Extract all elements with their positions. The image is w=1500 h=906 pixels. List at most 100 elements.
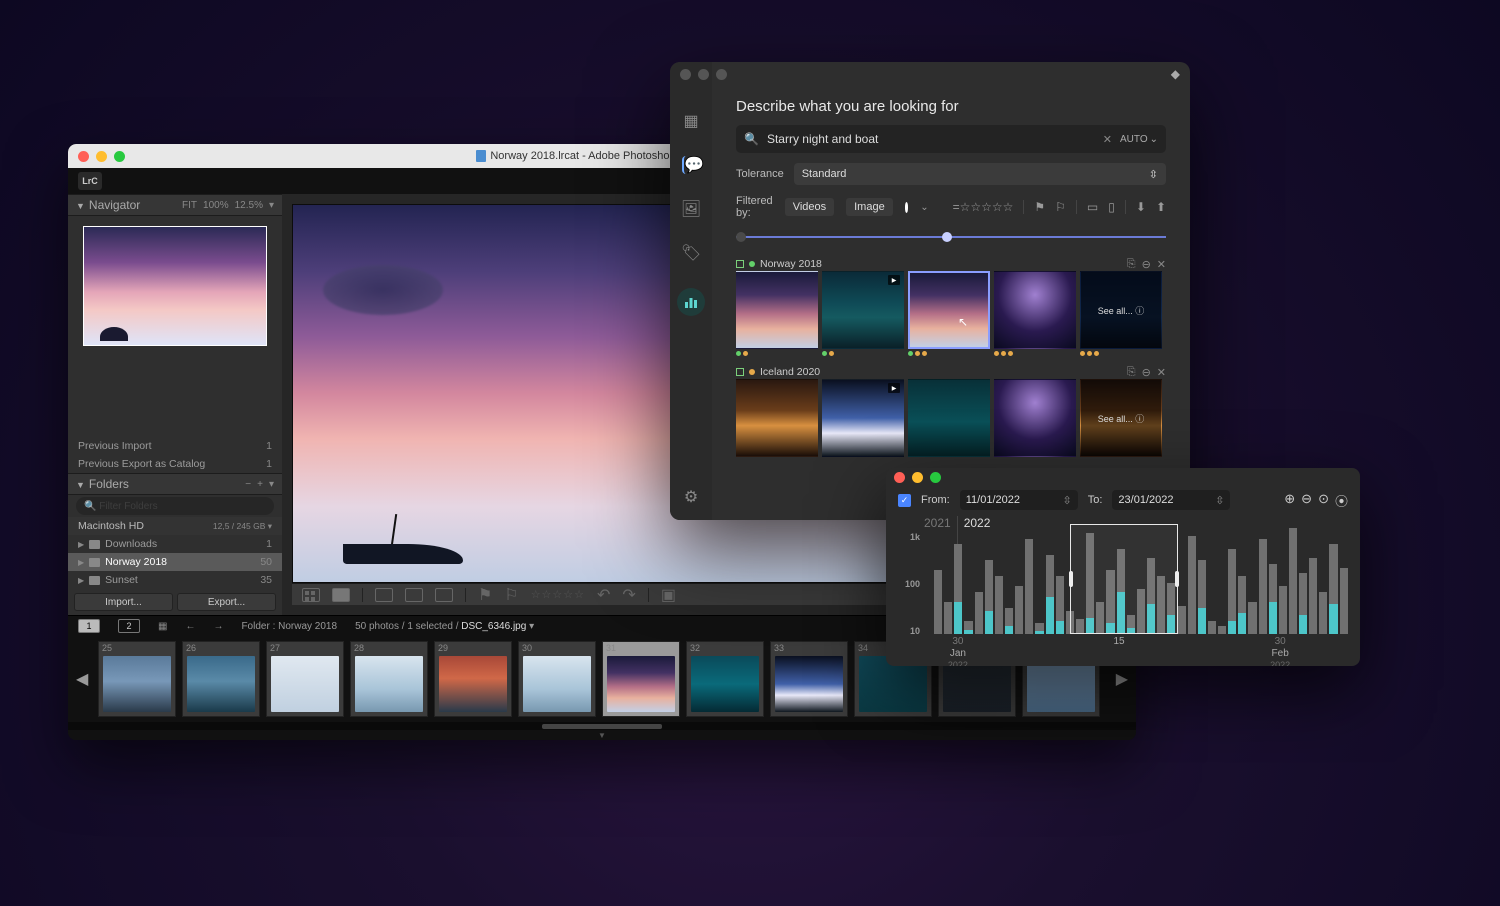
flag-reject-icon[interactable]: ⚐: [504, 585, 518, 605]
aspect-h-icon[interactable]: ▭: [1087, 200, 1098, 214]
histogram-bar[interactable]: [1279, 586, 1287, 634]
auto-toggle[interactable]: AUTO⌄: [1120, 134, 1158, 145]
result-thumb[interactable]: ▶: [822, 271, 904, 357]
aspect-v-icon[interactable]: ▯: [1108, 200, 1115, 214]
filmstrip-next-icon[interactable]: ▶: [1116, 669, 1128, 689]
grid-icon[interactable]: ▦: [682, 112, 700, 130]
images-icon[interactable]: 🖼: [682, 200, 700, 218]
gear-icon[interactable]: ⚙: [682, 488, 700, 506]
fit-toggle[interactable]: FIT: [182, 200, 197, 211]
close-icon[interactable]: [894, 472, 905, 483]
histogram-bar[interactable]: [1198, 560, 1206, 634]
tolerance-slider[interactable]: [736, 231, 1166, 243]
zoom-12p5[interactable]: 12.5%: [235, 200, 263, 211]
rotate-right-icon[interactable]: ↷: [622, 585, 635, 605]
histogram-bar[interactable]: [1238, 576, 1246, 634]
filmstrip-scrollbar[interactable]: [68, 722, 1136, 730]
export-button[interactable]: Export...: [177, 593, 276, 611]
folders-header[interactable]: ▼Folders −+▾: [68, 473, 282, 495]
histogram-bar[interactable]: [1289, 528, 1297, 634]
filmstrip-thumb[interactable]: 28: [350, 641, 428, 717]
tolerance-select[interactable]: Standard⇳: [794, 163, 1166, 185]
result-thumb[interactable]: ↖: [908, 271, 990, 357]
nav-fwd-icon[interactable]: →: [213, 621, 223, 632]
result-thumb[interactable]: [736, 379, 818, 465]
people-icon[interactable]: [435, 588, 453, 602]
chevron-down-icon[interactable]: ⌄: [920, 202, 928, 213]
analytics-icon[interactable]: [677, 288, 705, 316]
navigator-header[interactable]: ▼Navigator FIT 100% 12.5% ▾: [68, 194, 282, 216]
folder-row[interactable]: ▶Norway 201850: [68, 553, 282, 571]
zoom-reset-icon[interactable]: ⦿: [1335, 491, 1348, 510]
rating-filter[interactable]: =☆☆☆☆☆: [953, 200, 1014, 214]
clear-icon[interactable]: ✕: [1103, 133, 1112, 146]
grid-size-icon[interactable]: ▦: [158, 621, 167, 632]
histogram-bar[interactable]: [1329, 544, 1337, 634]
zoom-in-icon[interactable]: ⊕: [1284, 491, 1295, 510]
from-date-input[interactable]: 11/01/2022⇳: [960, 490, 1078, 510]
histogram-bar[interactable]: [1218, 626, 1226, 634]
compare-icon[interactable]: [375, 588, 393, 602]
filmstrip-thumb[interactable]: 33: [770, 641, 848, 717]
maximize-icon[interactable]: [930, 472, 941, 483]
histogram-bar[interactable]: [1319, 592, 1327, 634]
filmstrip-thumb[interactable]: 31: [602, 641, 680, 717]
collapse-icon[interactable]: ⊖: [1142, 258, 1151, 271]
filmstrip-tab-2[interactable]: 2: [118, 619, 140, 633]
histogram-bar[interactable]: [954, 544, 962, 634]
filmstrip-thumb[interactable]: 30: [518, 641, 596, 717]
chevron-down-icon[interactable]: ▾: [529, 621, 534, 632]
filter-chip-videos[interactable]: Videos: [785, 198, 834, 216]
filmstrip-tab-1[interactable]: 1: [78, 619, 100, 633]
filmstrip-thumb[interactable]: 32: [686, 641, 764, 717]
collapse-icon[interactable]: ⊖: [1142, 366, 1151, 379]
see-all-button[interactable]: See all... ⓘ: [1081, 380, 1161, 456]
result-thumb[interactable]: [736, 271, 818, 357]
results-group-header[interactable]: Iceland 2020⎘⊖✕: [736, 365, 1166, 379]
histogram-bar[interactable]: [1228, 549, 1236, 634]
import-icon[interactable]: ⬇: [1136, 200, 1146, 214]
result-thumb[interactable]: [994, 379, 1076, 465]
selection-range[interactable]: [1070, 524, 1178, 634]
see-all-button[interactable]: See all... ⓘ: [1081, 272, 1161, 348]
collapse-filmstrip-icon[interactable]: ▼: [68, 730, 1136, 740]
histogram-bar[interactable]: [1188, 536, 1196, 634]
result-thumb[interactable]: ▶: [822, 379, 904, 465]
folder-row[interactable]: ▶Downloads1: [68, 535, 282, 553]
plus-icon[interactable]: +: [257, 479, 263, 490]
result-thumb[interactable]: See all... ⓘ: [1080, 379, 1162, 465]
loupe-view-icon[interactable]: [332, 588, 350, 602]
export-icon[interactable]: ⬆: [1156, 200, 1166, 214]
timeline-titlebar[interactable]: [886, 468, 1360, 486]
select-group-checkbox[interactable]: [736, 260, 744, 268]
histogram-bar[interactable]: [1015, 586, 1023, 634]
histogram-bar[interactable]: [1309, 558, 1317, 634]
histogram-bar[interactable]: [1299, 573, 1307, 634]
face-detect-icon[interactable]: ▣: [661, 585, 676, 605]
close-group-icon[interactable]: ✕: [1157, 366, 1166, 379]
result-thumb[interactable]: [994, 271, 1076, 357]
histogram-bar[interactable]: [1269, 564, 1277, 634]
search-input[interactable]: 🔍 ✕ AUTO⌄: [736, 125, 1166, 153]
histogram-bar[interactable]: [1005, 608, 1013, 635]
histogram-bar[interactable]: [975, 592, 983, 634]
histogram-bar[interactable]: [1056, 576, 1064, 634]
histogram-bar[interactable]: [1340, 568, 1348, 634]
chevron-down-icon[interactable]: ▾: [269, 479, 274, 490]
filmstrip-prev-icon[interactable]: ◀: [76, 669, 88, 689]
histogram-bar[interactable]: [934, 570, 942, 634]
results-group-header[interactable]: Norway 2018⎘⊖✕: [736, 257, 1166, 271]
histogram-bar[interactable]: [1248, 602, 1256, 634]
maximize-icon[interactable]: [716, 69, 727, 80]
histogram-bar[interactable]: [1177, 606, 1185, 634]
result-thumb[interactable]: See all... ⓘ: [1080, 271, 1162, 357]
zoom-fit-icon[interactable]: ⊙: [1318, 491, 1329, 510]
histogram-bar[interactable]: [985, 560, 993, 634]
filmstrip-thumb[interactable]: 25: [98, 641, 176, 717]
histogram-bar[interactable]: [1046, 555, 1054, 635]
minimize-icon[interactable]: [912, 472, 923, 483]
histogram-bar[interactable]: [964, 621, 972, 634]
previous-export-row[interactable]: Previous Export as Catalog1: [68, 455, 282, 473]
search-field[interactable]: [767, 132, 1095, 146]
unflag-icon[interactable]: ⚐: [1055, 200, 1066, 214]
